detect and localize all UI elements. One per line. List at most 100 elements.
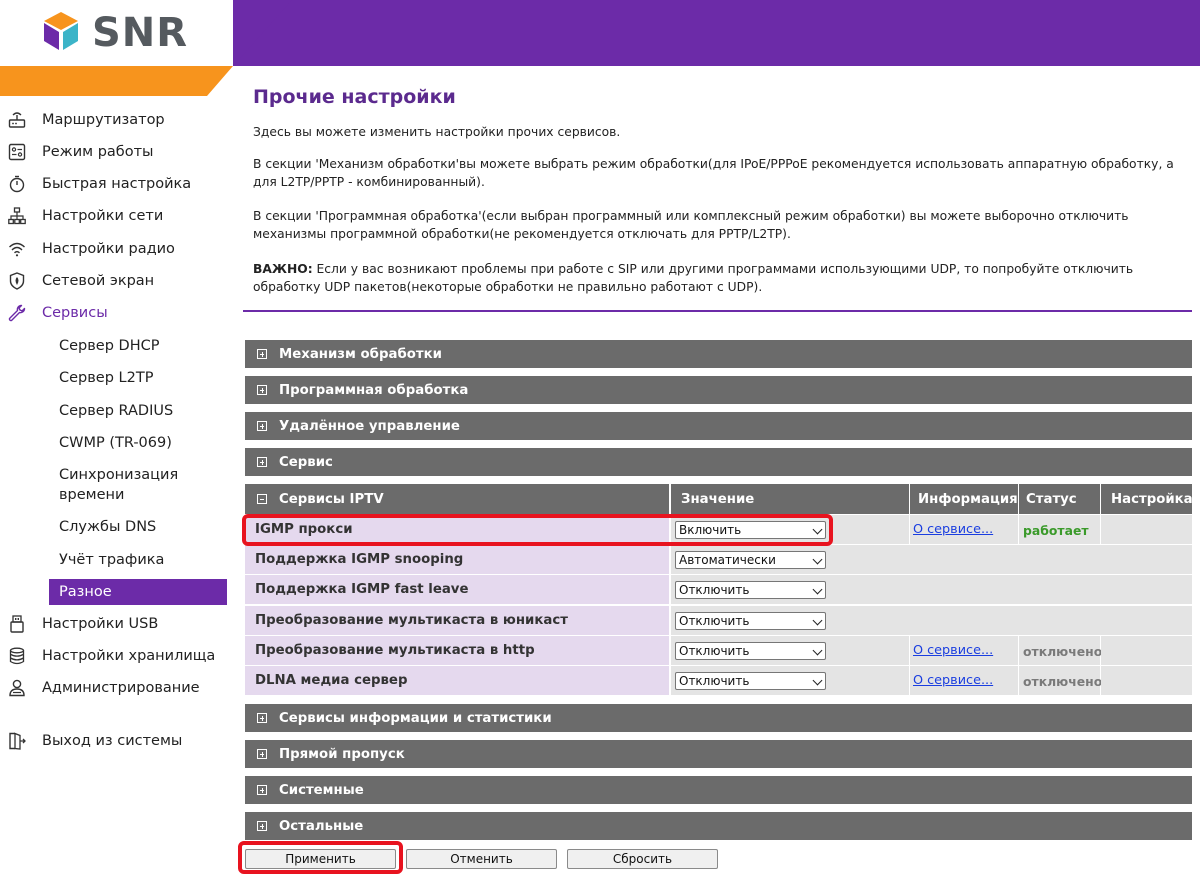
section-processing-mechanism[interactable]: Механизм обработки [245, 340, 1192, 368]
shield-icon [9, 272, 25, 290]
section-iptv-services[interactable]: Сервисы IPTV [245, 484, 669, 514]
column-header-status: Статус [1019, 484, 1100, 514]
section-title: Удалённое управление [279, 418, 460, 434]
expand-icon [257, 821, 267, 831]
sidebar-subitem-time-sync[interactable]: Синхронизация времени [59, 465, 189, 505]
cancel-button[interactable]: Отменить [406, 849, 557, 869]
multicast-to-unicast-select[interactable]: Отключить [675, 612, 826, 630]
sidebar: Маршрутизатор Режим работы Быстрая настр… [0, 96, 233, 881]
sidebar-subitem-dhcp[interactable]: Сервер DHCP [59, 336, 229, 356]
about-service-link[interactable]: О сервисе... [913, 643, 993, 658]
intro-text: Здесь вы можете изменить настройки прочи… [253, 125, 621, 139]
sidebar-item-logout[interactable]: Выход из системы [0, 727, 233, 755]
sidebar-subitem-l2tp[interactable]: Сервер L2TP [59, 368, 229, 388]
snr-logo: SNR [38, 10, 188, 56]
expand-icon [257, 385, 267, 395]
stopwatch-icon [9, 175, 25, 193]
igmp-snooping-select[interactable]: Автоматически [675, 551, 826, 569]
wrench-icon [8, 304, 26, 322]
chevron-down-icon [812, 675, 823, 686]
sidebar-item-label: Настройки USB [42, 616, 159, 632]
logout-icon [9, 732, 26, 750]
sidebar-item-label: Режим работы [42, 144, 154, 160]
table-row: Преобразование мультикаста в http Отключ… [245, 636, 1192, 666]
important-text: Если у вас возникают проблемы при работе… [253, 262, 1134, 294]
row-label-multicast-to-unicast: Преобразование мультикаста в юникаст [245, 606, 669, 635]
section-service[interactable]: Сервис [245, 448, 1192, 476]
sidebar-subitem-misc[interactable]: Разное [49, 579, 227, 605]
section-title: Программная обработка [279, 382, 469, 398]
apply-button[interactable]: Применить [245, 849, 396, 869]
row-label-igmp-snooping: Поддержка IGMP snooping [245, 545, 669, 574]
sidebar-subitem-radius[interactable]: Сервер RADIUS [59, 401, 229, 421]
sidebar-item-admin[interactable]: Администрирование [0, 674, 233, 702]
status-badge: отключено [1023, 674, 1103, 689]
important-note: ВАЖНО: Если у вас возникают проблемы при… [253, 260, 1193, 296]
sidebar-item-quick-setup[interactable]: Быстрая настройка [0, 170, 233, 198]
expand-icon [257, 749, 267, 759]
about-service-link[interactable]: О сервисе... [913, 673, 993, 688]
dlna-select[interactable]: Отключить [675, 672, 826, 690]
sidebar-item-services[interactable]: Сервисы [0, 299, 233, 327]
section-title: Сервисы IPTV [279, 491, 384, 507]
sidebar-item-label: Выход из системы [42, 733, 183, 749]
sidebar-item-mode[interactable]: Режим работы [0, 138, 233, 166]
section-other[interactable]: Остальные [245, 812, 1192, 840]
config-cell [1101, 636, 1192, 665]
section-title: Остальные [279, 818, 364, 834]
sidebar-item-network[interactable]: Настройки сети [0, 202, 233, 230]
select-value: Отключить [679, 674, 750, 688]
admin-user-icon [9, 679, 25, 697]
expand-icon [257, 421, 267, 431]
processing-description: В секции 'Механизм обработки'вы можете в… [253, 157, 1174, 189]
sidebar-subitem-cwmp[interactable]: CWMP (TR-069) [59, 433, 229, 453]
chevron-down-icon [812, 645, 823, 656]
section-remote-management[interactable]: Удалённое управление [245, 412, 1192, 440]
config-cell [1101, 515, 1192, 544]
database-icon [9, 647, 25, 665]
config-cell [1101, 666, 1192, 695]
sidebar-subitem-dns[interactable]: Службы DNS [59, 517, 229, 537]
collapse-icon [257, 494, 267, 504]
table-row: Поддержка IGMP fast leave Отключить [245, 575, 1192, 605]
row-label-igmp-proxy: IGMP прокси [245, 515, 669, 544]
sidebar-item-firewall[interactable]: Сетевой экран [0, 267, 233, 295]
sidebar-subitem-traffic[interactable]: Учёт трафика [59, 550, 229, 570]
select-value: Автоматически [679, 553, 776, 567]
sidebar-item-label: Администрирование [42, 680, 200, 696]
row-label-dlna: DLNA медиа сервер [245, 666, 669, 695]
sidebar-item-usb[interactable]: Настройки USB [0, 610, 233, 638]
select-value: Отключить [679, 583, 750, 597]
table-row: DLNA медиа сервер Отключить О сервисе...… [245, 666, 1192, 696]
section-title: Механизм обработки [279, 346, 442, 362]
chevron-down-icon [812, 554, 823, 565]
mode-icon [8, 143, 26, 161]
section-system[interactable]: Системные [245, 776, 1192, 804]
row-label-igmp-fast-leave: Поддержка IGMP fast leave [245, 575, 669, 604]
router-icon [8, 112, 26, 128]
about-service-link[interactable]: О сервисе... [913, 522, 993, 537]
igmp-proxy-select[interactable]: Включить [675, 521, 826, 539]
sidebar-item-storage[interactable]: Настройки хранилища [0, 642, 233, 670]
snr-logo-icon [44, 12, 78, 50]
expand-icon [257, 785, 267, 795]
sidebar-item-label: Настройки сети [42, 208, 164, 224]
important-label: ВАЖНО: [253, 262, 313, 276]
header-banner [233, 0, 1200, 66]
usb-icon [10, 615, 24, 633]
sidebar-item-radio[interactable]: Настройки радио [0, 235, 233, 263]
multicast-to-http-select[interactable]: Отключить [675, 642, 826, 660]
select-value: Отключить [679, 614, 750, 628]
sidebar-item-label: Быстрая настройка [42, 176, 192, 192]
wifi-icon [9, 242, 25, 257]
section-title: Сервис [279, 454, 333, 470]
expand-icon [257, 349, 267, 359]
sidebar-item-label: Сервисы [42, 305, 108, 321]
igmp-fast-leave-select[interactable]: Отключить [675, 581, 826, 599]
reset-button[interactable]: Сбросить [567, 849, 718, 869]
section-info-statistics[interactable]: Сервисы информации и статистики [245, 704, 1192, 732]
sidebar-item-router[interactable]: Маршрутизатор [0, 106, 233, 134]
section-divider [243, 310, 1192, 312]
section-software-processing[interactable]: Программная обработка [245, 376, 1192, 404]
section-passthrough[interactable]: Прямой пропуск [245, 740, 1192, 768]
